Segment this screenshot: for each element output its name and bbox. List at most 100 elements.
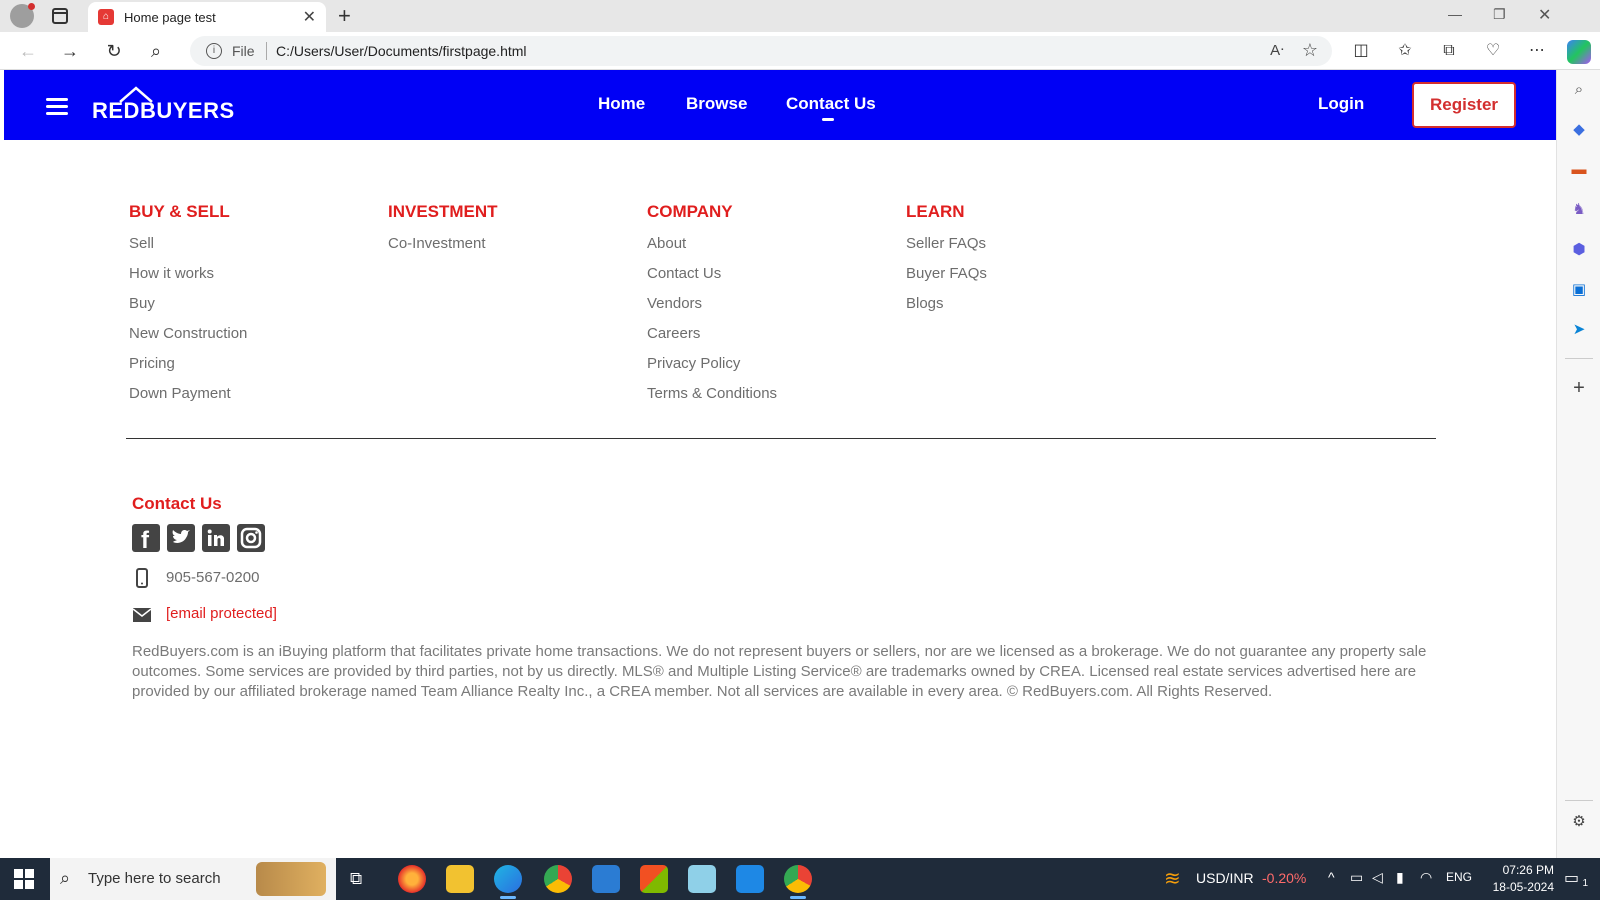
footer-link-co-investment[interactable]: Co-Investment [388,236,628,266]
minimize-icon[interactable]: — [1448,6,1462,22]
file-explorer-icon[interactable] [446,865,474,893]
collections-icon[interactable]: ⧉ [1438,40,1460,62]
address-bar[interactable]: i File C:/Users/User/Documents/firstpage… [190,36,1332,66]
browser-essentials-icon[interactable]: ♡ [1482,40,1504,62]
web-page: REDBUYERS Home Browse Contact Us Login R… [4,70,1556,858]
footer-link-careers[interactable]: Careers [647,326,887,356]
firefox-icon[interactable] [398,865,426,893]
show-hidden-icons-icon[interactable]: ^ [1328,869,1335,885]
footer-link-privacy-policy[interactable]: Privacy Policy [647,356,887,386]
refresh-icon[interactable]: ↻ [102,39,126,63]
back-icon[interactable]: ← [16,39,40,63]
tools-briefcase-icon[interactable]: ▬ [1569,160,1589,180]
profile-avatar-icon[interactable] [10,3,35,28]
sidebar-search-icon[interactable]: ⌕ [1569,80,1589,100]
contact-phone[interactable]: 905-567-0200 [166,569,259,586]
footer-link-buyer-faqs[interactable]: Buyer FAQs [906,266,1146,296]
workspaces-icon[interactable] [52,8,68,24]
site-logo[interactable]: REDBUYERS [92,80,234,128]
taskbar-search-box[interactable]: ⌕ Type here to search [50,858,336,900]
split-screen-icon[interactable]: ◫ [1350,40,1372,62]
volume-muted-icon[interactable]: ◁ [1372,869,1383,886]
chrome-icon[interactable] [544,865,572,893]
footer-column-buy-sell: BUY & SELL Sell How it works Buy New Con… [129,202,369,416]
footer-link-seller-faqs[interactable]: Seller FAQs [906,236,1146,266]
footer-link-buy[interactable]: Buy [129,296,369,326]
url-text[interactable]: C:/Users/User/Documents/firstpage.html [276,43,527,59]
favorites-icon[interactable]: ✩ [1394,40,1416,62]
forward-icon[interactable]: → [58,39,82,63]
favorite-star-icon[interactable]: ☆ [1302,40,1318,61]
language-indicator[interactable]: ENG [1446,870,1472,884]
new-tab-icon[interactable]: + [338,3,351,29]
browser-tab-active[interactable]: ⌂ Home page test ✕ [88,2,326,32]
games-icon[interactable]: ♞ [1569,200,1589,220]
outlook-icon[interactable]: ▣ [1569,280,1589,300]
sidebar-divider-bottom [1565,800,1593,801]
footer-link-how-it-works[interactable]: How it works [129,266,369,296]
browser-sidebar: ⌕ ◆ ▬ ♞ ⬢ ▣ ➤ + ⚙ [1556,70,1600,858]
chrome-profile-icon[interactable] [784,865,812,899]
clock-time[interactable]: 07:26 PM [1482,863,1554,877]
info-icon[interactable]: i [206,43,222,59]
notifications-icon[interactable]: ▭ [1564,868,1579,888]
clock-date[interactable]: 18-05-2024 [1482,880,1554,894]
restore-icon[interactable]: ❐ [1493,6,1506,23]
site-favicon-icon: ⌂ [98,9,114,25]
linkedin-icon[interactable] [202,524,230,552]
footer-link-new-construction[interactable]: New Construction [129,326,369,356]
more-options-icon[interactable]: ⋯ [1526,40,1548,62]
wifi-icon[interactable]: ◠ [1420,869,1432,886]
footer-link-vendors[interactable]: Vendors [647,296,887,326]
tab-close-icon[interactable]: ✕ [303,7,316,27]
edge-icon[interactable] [494,865,522,899]
taskbar-search-icon: ⌕ [60,868,71,888]
footer-link-pricing[interactable]: Pricing [129,356,369,386]
battery-icon[interactable]: ▮ [1396,869,1404,886]
footer-link-blogs[interactable]: Blogs [906,296,1146,326]
footer-link-contact-us[interactable]: Contact Us [647,266,887,296]
microsoft-365-icon[interactable]: ⬢ [1569,240,1589,260]
meet-now-icon[interactable]: ▭ [1350,869,1363,886]
nav-contact-us[interactable]: Contact Us [786,94,876,114]
windows-start-icon[interactable] [14,869,34,889]
footer-link-about[interactable]: About [647,236,887,266]
mail-icon [132,605,152,625]
nav-browse[interactable]: Browse [686,94,747,114]
footer-divider [126,438,1436,439]
vscode-icon[interactable] [736,865,764,893]
ticker-coins-icon: ≋ [1164,868,1181,890]
ticker-symbol[interactable]: USD/INR [1196,870,1254,886]
nav-home[interactable]: Home [598,94,645,114]
login-link[interactable]: Login [1318,94,1364,114]
mail-app-icon[interactable] [592,865,620,893]
hamburger-menu-icon[interactable] [46,98,68,116]
taskbar-search-placeholder: Type here to search [88,870,221,887]
footer-column-company: COMPANY About Contact Us Vendors Careers… [647,202,887,416]
sidebar-settings-icon[interactable]: ⚙ [1569,812,1589,832]
read-aloud-icon[interactable]: Aᐧ [1270,41,1284,59]
shopping-tag-icon[interactable]: ◆ [1569,120,1589,140]
facebook-icon[interactable]: f [132,524,160,554]
footer-link-terms-conditions[interactable]: Terms & Conditions [647,386,887,416]
notes-app-icon[interactable] [688,865,716,893]
notification-count: 1 [1582,878,1588,889]
add-sidebar-app-icon[interactable]: + [1569,378,1589,398]
footer-link-sell[interactable]: Sell [129,236,369,266]
tab-title: Home page test [124,10,216,25]
task-view-icon[interactable]: ⧉ [350,869,362,889]
microsoft-store-icon[interactable] [640,865,668,893]
twitter-icon[interactable] [167,524,195,552]
search-icon[interactable]: ⌕ [144,39,168,63]
svg-text:f: f [141,527,150,552]
active-nav-indicator [822,118,834,121]
column-heading: BUY & SELL [129,202,230,221]
footer-link-down-payment[interactable]: Down Payment [129,386,369,416]
close-window-icon[interactable]: ✕ [1538,5,1551,25]
register-button[interactable]: Register [1412,82,1516,128]
contact-heading: Contact Us [132,494,222,513]
copilot-icon[interactable] [1567,40,1591,64]
send-icon[interactable]: ➤ [1569,320,1589,340]
contact-email[interactable]: [email protected] [166,605,277,622]
instagram-icon[interactable] [237,524,265,552]
